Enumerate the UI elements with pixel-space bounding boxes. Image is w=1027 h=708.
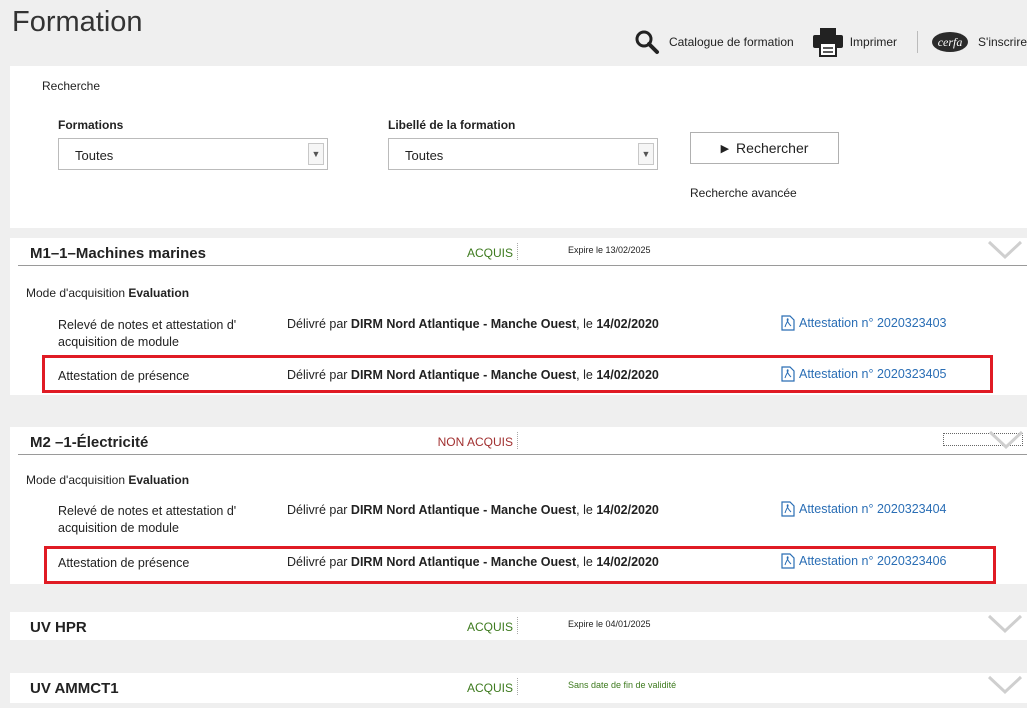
- search-panel: Recherche Formations Toutes ▼ Libellé de…: [10, 66, 1027, 228]
- expire-date: Sans date de fin de validité: [568, 680, 677, 690]
- search-icon: [635, 30, 659, 54]
- divider: [517, 432, 518, 449]
- divider: [517, 617, 518, 634]
- attestation-link-text: Attestation n° 2020323404: [799, 502, 947, 516]
- pdf-icon: [781, 501, 795, 517]
- pdf-icon: [781, 315, 795, 331]
- delivery-prefix: Délivré par: [287, 503, 351, 517]
- delivery-date: 14/02/2020: [596, 503, 659, 517]
- chevron-down-icon: [988, 430, 1024, 450]
- delivery-prefix: Délivré par: [287, 317, 351, 331]
- delivery-info: Délivré par DIRM Nord Atlantique - Manch…: [287, 503, 659, 517]
- delivery-issuer: DIRM Nord Atlantique - Manche Ouest: [350, 317, 577, 331]
- toolbar-divider: [917, 31, 919, 53]
- module-header[interactable]: UV AMMCT1 ACQUIS Sans date de fin de val…: [10, 673, 1027, 701]
- module-card: M2 –1-Électricité NON ACQUIS Mode d'acqu…: [10, 427, 1027, 584]
- module-header[interactable]: UV HPR ACQUIS Expire le 04/01/2025: [10, 612, 1027, 640]
- delivery-date: 14/02/2020: [596, 317, 659, 331]
- delivery-mid: , le: [576, 503, 597, 517]
- acquisition-mode-label: Mode d'acquisition: [26, 473, 129, 487]
- page-header: Formation Catalogue de formation Imprime…: [0, 0, 1027, 62]
- module-card: UV HPR ACQUIS Expire le 04/01/2025: [10, 612, 1027, 640]
- search-button[interactable]: ▶ Rechercher: [690, 132, 839, 164]
- status-badge: ACQUIS: [466, 246, 513, 260]
- status-badge: ACQUIS: [466, 681, 513, 695]
- search-title: Recherche: [42, 79, 101, 93]
- printer-icon: [812, 28, 843, 57]
- module-card: UV AMMCT1 ACQUIS Sans date de fin de val…: [10, 673, 1027, 703]
- delivery-issuer: DIRM Nord Atlantique - Manche Ouest: [350, 503, 577, 517]
- libelle-label: Libellé de la formation: [388, 118, 516, 132]
- page-title: Formation: [12, 6, 143, 38]
- chevron-down-icon[interactable]: [987, 240, 1023, 260]
- attestation-link[interactable]: Attestation n° 2020323404: [780, 501, 946, 517]
- catalogue-button[interactable]: Catalogue de formation: [633, 28, 794, 56]
- libelle-select[interactable]: Toutes ▼: [388, 138, 658, 170]
- catalogue-label: Catalogue de formation: [668, 35, 794, 49]
- chevron-down-icon: ▼: [638, 143, 654, 165]
- document-label: Relevé de notes et attestation d' acquis…: [58, 504, 237, 535]
- acquisition-mode: Mode d'acquisition Evaluation: [26, 286, 189, 300]
- status-badge: ACQUIS: [466, 620, 513, 634]
- attestation-link[interactable]: Attestation n° 2020323403: [780, 315, 946, 331]
- acquisition-mode: Mode d'acquisition Evaluation: [26, 473, 189, 487]
- print-button[interactable]: Imprimer: [812, 27, 897, 57]
- header-divider: [18, 454, 1027, 455]
- libelle-select-value: Toutes: [405, 148, 444, 163]
- acquisition-mode-value: Evaluation: [128, 286, 190, 300]
- acquisition-mode-value: Evaluation: [128, 473, 190, 487]
- divider: [517, 243, 518, 260]
- status-badge: NON ACQUIS: [437, 435, 513, 449]
- signup-button[interactable]: cerfa S'inscrire: [932, 32, 1027, 52]
- delivery-info: Délivré par DIRM Nord Atlantique - Manch…: [287, 317, 659, 331]
- search-button-label: Rechercher: [736, 140, 809, 156]
- header-divider: [18, 265, 1027, 266]
- chevron-down-icon: ▼: [308, 143, 324, 165]
- toolbar: Catalogue de formation Imprimer cerfa S'…: [633, 24, 1027, 60]
- play-icon: ▶: [720, 142, 730, 155]
- document-label: Relevé de notes et attestation d' acquis…: [58, 318, 237, 349]
- cerfa-logo: cerfa: [932, 32, 969, 52]
- print-label: Imprimer: [849, 35, 898, 49]
- formations-select-value: Toutes: [75, 148, 114, 163]
- signup-label: S'inscrire: [978, 35, 1027, 49]
- module-header[interactable]: M1–1–Machines marines ACQUIS Expire le 1…: [10, 238, 1027, 266]
- delivery-mid: , le: [576, 317, 597, 331]
- chevron-down-icon[interactable]: [987, 614, 1023, 634]
- expand-toggle[interactable]: [943, 430, 1024, 450]
- formations-label: Formations: [58, 118, 124, 132]
- module-header[interactable]: M2 –1-Électricité NON ACQUIS: [10, 427, 1027, 455]
- expire-date: Expire le 13/02/2025: [568, 245, 651, 255]
- chevron-down-icon[interactable]: [987, 675, 1023, 695]
- expire-date: Expire le 04/01/2025: [568, 619, 651, 629]
- acquisition-mode-label: Mode d'acquisition: [26, 286, 129, 300]
- highlight-box: [42, 355, 993, 393]
- highlight-box: [44, 546, 996, 584]
- divider: [517, 678, 518, 695]
- attestation-link-text: Attestation n° 2020323403: [799, 316, 947, 330]
- module-card: M1–1–Machines marines ACQUIS Expire le 1…: [10, 238, 1027, 395]
- formations-select[interactable]: Toutes ▼: [58, 138, 328, 170]
- advanced-search-link[interactable]: Recherche avancée: [690, 186, 797, 200]
